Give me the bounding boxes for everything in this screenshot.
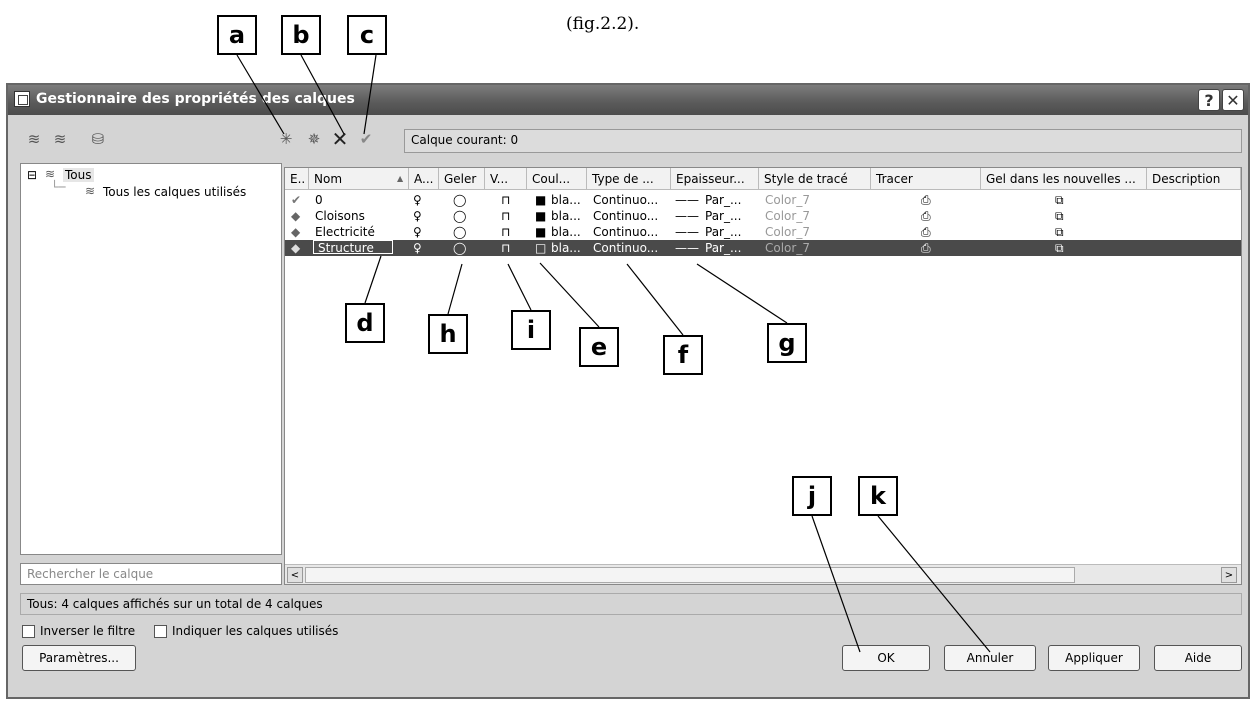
callout-leader-lines [236, 54, 991, 653]
